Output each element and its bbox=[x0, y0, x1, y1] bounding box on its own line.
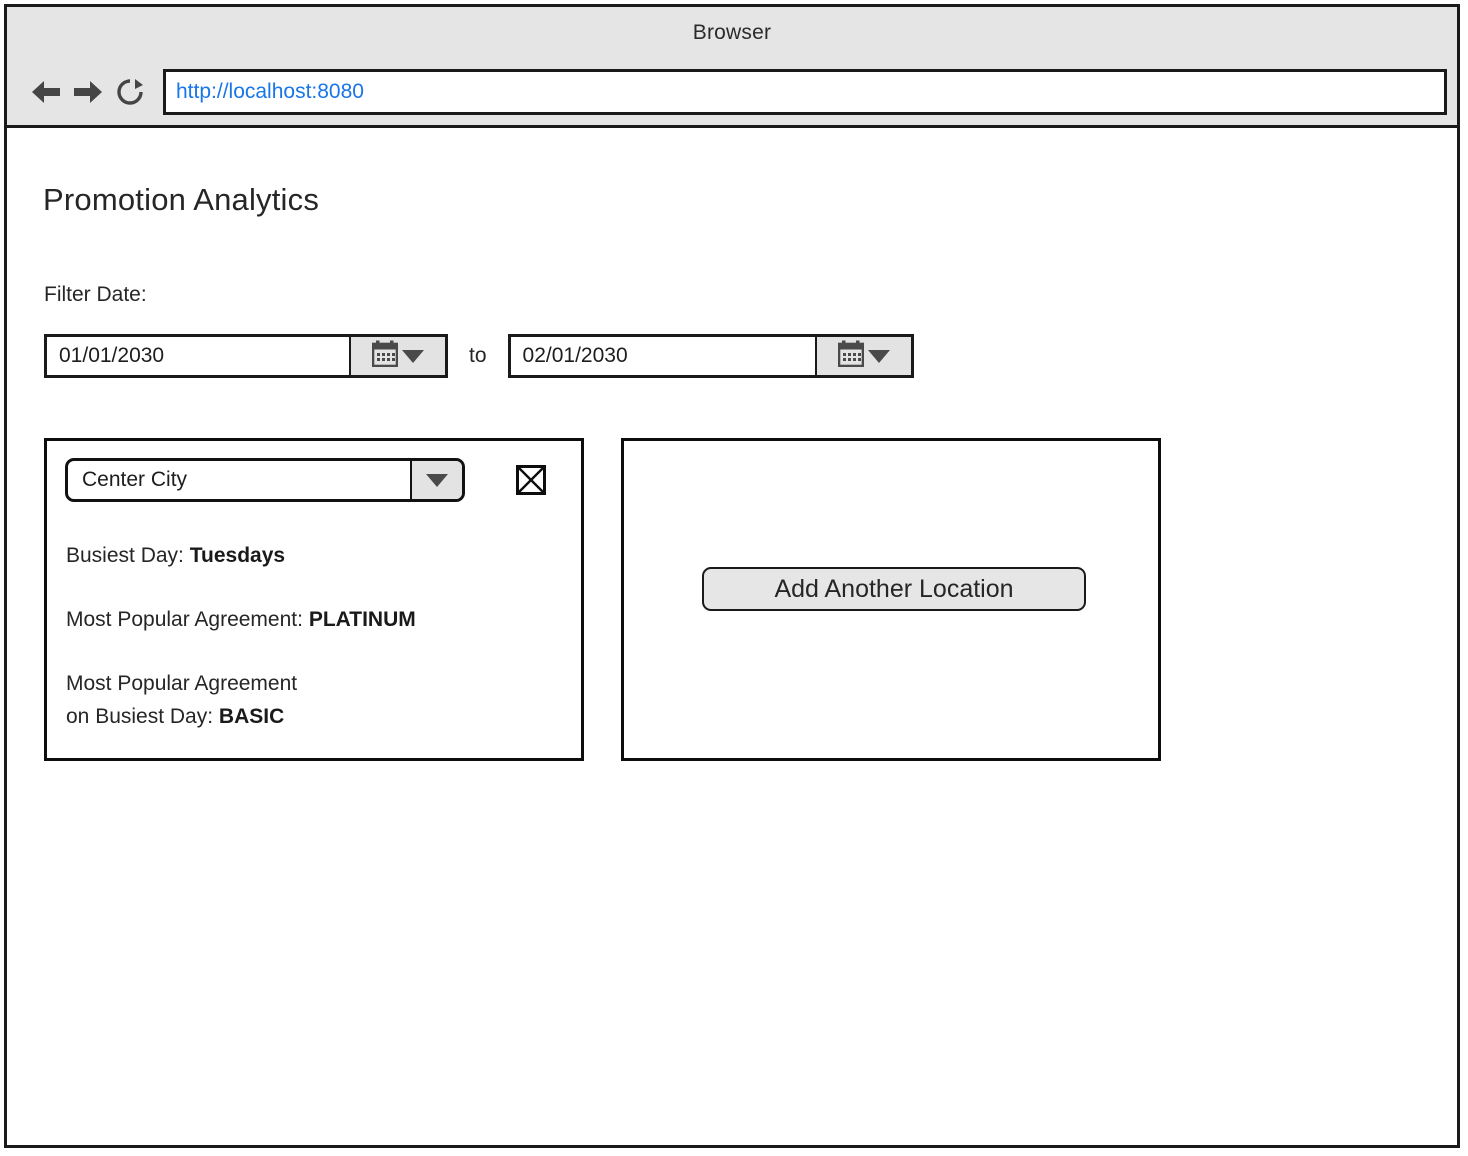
date-range-separator: to bbox=[469, 344, 487, 367]
end-date-picker-button[interactable] bbox=[814, 337, 911, 375]
chevron-down-icon bbox=[426, 473, 448, 487]
most-popular-agreement-stat: Most Popular Agreement: PLATINUM bbox=[66, 604, 416, 637]
browser-titlebar: Browser bbox=[7, 7, 1457, 58]
url-bar[interactable]: http://localhost:8080 bbox=[163, 68, 1447, 115]
date-range-row: 01/01/2030 to 02/01/2030 bbox=[44, 334, 914, 378]
start-date-field[interactable]: 01/01/2030 bbox=[44, 334, 448, 378]
location-row: Center City bbox=[65, 458, 567, 502]
start-date-value[interactable]: 01/01/2030 bbox=[47, 337, 349, 375]
close-box-icon bbox=[516, 465, 546, 495]
most-popular-agreement-value: PLATINUM bbox=[308, 608, 416, 631]
filter-date-label: Filter Date: bbox=[44, 283, 147, 306]
most-popular-agreement-label: Most Popular Agreement: bbox=[66, 608, 303, 631]
browser-window: Browser http://localhost:8080 Promotion … bbox=[4, 4, 1460, 1148]
most-popular-agreement-busiest-day-value: BASIC bbox=[218, 704, 285, 728]
page-title: Promotion Analytics bbox=[43, 182, 320, 217]
busiest-day-stat: Busiest Day: Tuesdays bbox=[66, 540, 285, 573]
add-another-location-button[interactable]: Add Another Location bbox=[702, 567, 1086, 611]
reload-icon bbox=[114, 76, 146, 108]
chevron-down-icon bbox=[867, 349, 890, 363]
location-select-arrow[interactable] bbox=[410, 461, 462, 499]
end-date-value[interactable]: 02/01/2030 bbox=[510, 337, 815, 375]
back-button[interactable] bbox=[25, 71, 67, 113]
url-text[interactable]: http://localhost:8080 bbox=[176, 80, 364, 104]
arrow-left-icon bbox=[29, 77, 63, 107]
end-date-field[interactable]: 02/01/2030 bbox=[507, 334, 914, 378]
add-location-card: Add Another Location bbox=[621, 438, 1161, 761]
most-popular-agreement-busiest-day-label-line1: Most Popular Agreement bbox=[66, 672, 298, 695]
busiest-day-label: Busiest Day: bbox=[66, 544, 184, 567]
most-popular-agreement-busiest-day-stat: Most Popular Agreement on Busiest Day: B… bbox=[66, 668, 297, 733]
page-content: Promotion Analytics Filter Date: 01/01/2… bbox=[7, 128, 1457, 1145]
location-select[interactable]: Center City bbox=[65, 458, 465, 502]
browser-toolbar: http://localhost:8080 bbox=[7, 58, 1457, 128]
most-popular-agreement-busiest-day-label-line2: on Busiest Day: bbox=[66, 704, 214, 728]
calendar-icon bbox=[837, 340, 864, 372]
location-card: Center City Busiest Day: Tuesdays Most P… bbox=[44, 438, 584, 761]
arrow-right-icon bbox=[71, 77, 105, 107]
remove-location-button[interactable] bbox=[516, 465, 546, 495]
reload-button[interactable] bbox=[109, 71, 151, 113]
forward-button[interactable] bbox=[67, 71, 109, 113]
window-title: Browser bbox=[692, 20, 772, 44]
start-date-picker-button[interactable] bbox=[349, 337, 445, 375]
location-select-value[interactable]: Center City bbox=[68, 461, 410, 499]
chevron-down-icon bbox=[402, 349, 424, 363]
busiest-day-value: Tuesdays bbox=[189, 544, 286, 567]
calendar-icon bbox=[371, 340, 399, 372]
